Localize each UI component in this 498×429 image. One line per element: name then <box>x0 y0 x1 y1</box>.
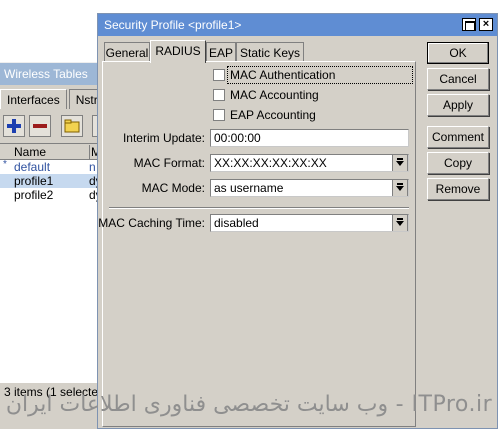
radius-panel: MAC Authentication MAC Accounting EAP Ac… <box>98 61 416 427</box>
mac-authentication-checkbox[interactable] <box>213 69 225 81</box>
column-header-name[interactable]: Name <box>14 145 46 159</box>
maximize-icon[interactable] <box>462 18 476 31</box>
comment-button[interactable]: Comment <box>427 126 489 148</box>
dialog-title: Security Profile <profile1> <box>104 18 242 32</box>
tab-radius[interactable]: RADIUS <box>150 40 206 63</box>
mac-mode-select[interactable]: as username <box>210 179 409 197</box>
default-marker: * <box>3 159 7 170</box>
wireless-tables-toolbar <box>0 113 114 139</box>
apply-button[interactable]: Apply <box>427 94 489 116</box>
mac-caching-time-label: MAC Caching Time: <box>98 216 205 230</box>
interim-update-label: Interim Update: <box>122 131 205 145</box>
remove-button[interactable]: Remove <box>427 178 489 200</box>
mac-format-input[interactable]: XX:XX:XX:XX:XX:XX <box>210 154 409 172</box>
row-name: profile2 <box>14 188 54 202</box>
tab-interfaces[interactable]: Interfaces <box>0 89 67 109</box>
mac-caching-time-select[interactable]: disabled <box>210 214 409 232</box>
wireless-tables-titlebar[interactable]: Wireless Tables <box>0 63 104 85</box>
wireless-tables-title: Wireless Tables <box>4 67 88 81</box>
minus-icon <box>33 124 47 128</box>
row-name: profile1 <box>14 174 54 188</box>
table-header: Name M <box>0 144 104 160</box>
tab-general[interactable]: General <box>104 42 150 62</box>
mac-mode-dropdown-icon[interactable] <box>392 180 408 196</box>
wireless-tables-window: Wireless Tables InterfacesNstrem Name M <box>0 62 114 429</box>
watermark-text: ITPro.ir - وب سایت تخصصی فناوری اطلاعات … <box>5 392 493 417</box>
dialog-titlebar[interactable]: Security Profile <profile1> × <box>98 14 497 36</box>
row-col2: n <box>89 160 96 174</box>
eap-accounting-label: EAP Accounting <box>230 108 316 122</box>
wireless-tables-tabs: InterfacesNstrem <box>0 89 104 111</box>
table-row[interactable]: profile1 dy <box>0 174 104 188</box>
mac-caching-time-dropdown-icon[interactable] <box>392 215 408 231</box>
mac-caching-time-value: disabled <box>214 216 259 230</box>
row-name: default <box>14 160 51 174</box>
plus-icon <box>7 119 21 133</box>
interim-update-value: 00:00:00 <box>214 131 261 145</box>
mac-mode-value: as username <box>214 181 284 195</box>
table-row[interactable]: profile2 dy <box>0 188 104 202</box>
mac-format-label: MAC Format: <box>133 156 205 170</box>
mac-format-dropdown-icon[interactable] <box>392 155 408 171</box>
add-button[interactable] <box>3 115 25 137</box>
profiles-table: Name M * default n profile1 dy profile2 … <box>0 143 104 383</box>
interim-update-input[interactable]: 00:00:00 <box>210 129 409 147</box>
mac-mode-label: MAC Mode: <box>141 181 205 195</box>
cancel-button[interactable]: Cancel <box>427 68 489 90</box>
mac-accounting-label: MAC Accounting <box>230 88 319 102</box>
comment-tool-button[interactable] <box>61 115 83 137</box>
divider <box>109 207 409 209</box>
focus-indicator <box>227 66 413 84</box>
security-profile-dialog: Security Profile <profile1> × General RA… <box>97 13 498 429</box>
table-row[interactable]: * default n <box>0 159 104 174</box>
close-icon[interactable]: × <box>479 18 493 31</box>
remove-item-button[interactable] <box>29 115 51 137</box>
mac-format-value: XX:XX:XX:XX:XX:XX <box>214 156 327 170</box>
mac-accounting-checkbox[interactable] <box>213 89 225 101</box>
copy-button[interactable]: Copy <box>427 152 489 174</box>
tab-static-keys[interactable]: Static Keys <box>236 42 304 62</box>
ok-button[interactable]: OK <box>427 42 489 64</box>
tab-eap[interactable]: EAP <box>206 42 236 62</box>
folder-icon <box>64 119 80 133</box>
eap-accounting-checkbox[interactable] <box>213 109 225 121</box>
